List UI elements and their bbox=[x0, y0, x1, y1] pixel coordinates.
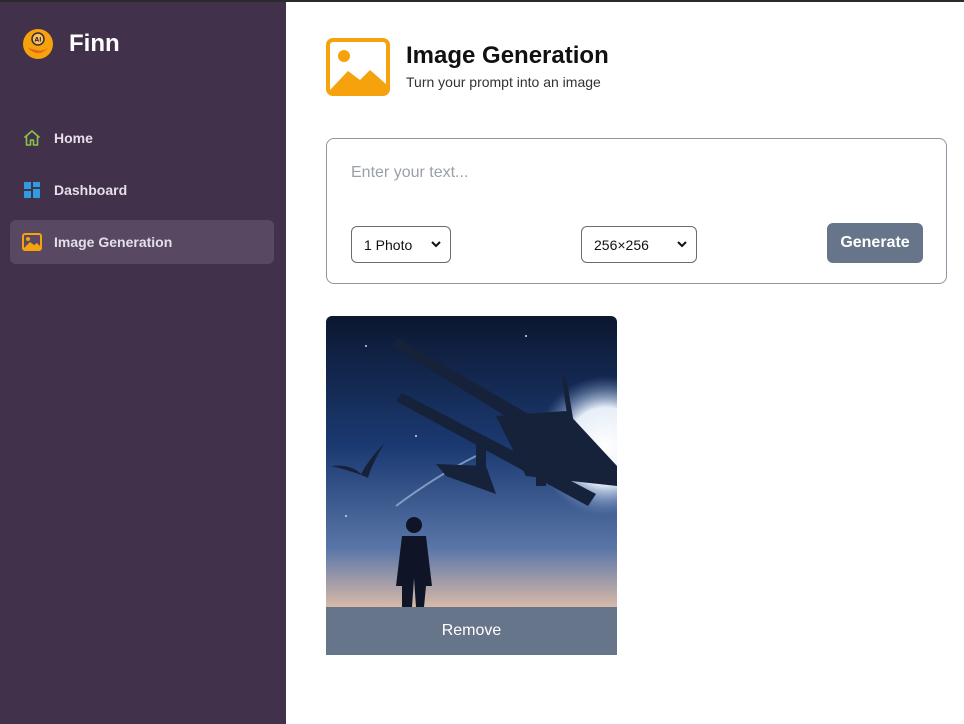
brand[interactable]: AI Finn bbox=[22, 28, 120, 60]
chevron-down-icon bbox=[431, 241, 441, 248]
generate-button[interactable]: Generate bbox=[827, 223, 923, 263]
remove-button[interactable]: Remove bbox=[326, 607, 617, 655]
prompt-input[interactable] bbox=[351, 159, 911, 187]
sidebar-item-home[interactable]: Home bbox=[10, 116, 274, 160]
page-header: Image Generation Turn your prompt into a… bbox=[326, 38, 609, 96]
prompt-panel: 1 Photo 256×256 Generate bbox=[326, 138, 947, 284]
finn-logo-icon: AI bbox=[23, 29, 53, 59]
photo-count-value: 1 Photo bbox=[364, 236, 413, 253]
page-title: Image Generation bbox=[406, 42, 609, 69]
sidebar-item-image-generation[interactable]: Image Generation bbox=[10, 220, 274, 264]
photo-count-select[interactable]: 1 Photo bbox=[351, 226, 451, 263]
app-name: Finn bbox=[69, 30, 120, 57]
sidebar: AI Finn Home Dashboard Image Generation bbox=[0, 2, 286, 724]
sidebar-item-label: Dashboard bbox=[54, 182, 128, 198]
svg-text:AI: AI bbox=[35, 37, 42, 44]
chevron-down-icon bbox=[677, 241, 687, 248]
image-size-value: 256×256 bbox=[594, 236, 649, 253]
image-size-select[interactable]: 256×256 bbox=[581, 226, 697, 263]
image-icon bbox=[22, 232, 42, 252]
page-subtitle: Turn your prompt into an image bbox=[406, 74, 601, 90]
home-icon bbox=[22, 128, 42, 148]
sidebar-item-dashboard[interactable]: Dashboard bbox=[10, 168, 274, 212]
image-icon bbox=[326, 38, 390, 96]
airplane-silhouette-night-image bbox=[326, 316, 617, 607]
sidebar-item-label: Home bbox=[54, 130, 93, 146]
sidebar-item-label: Image Generation bbox=[54, 234, 173, 250]
dashboard-icon bbox=[22, 180, 42, 200]
result-card: Remove bbox=[326, 316, 617, 655]
